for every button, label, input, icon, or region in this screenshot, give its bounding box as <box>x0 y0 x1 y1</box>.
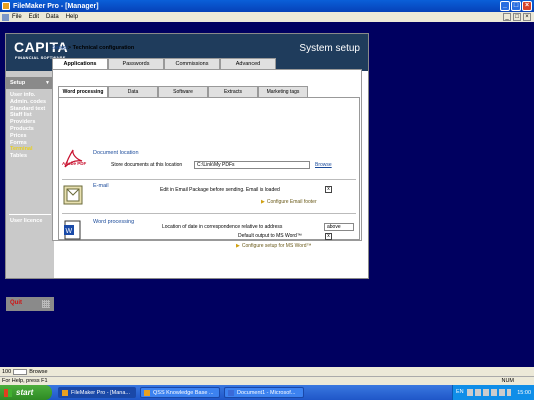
zoom-controls[interactable] <box>13 368 28 375</box>
configure-email-footer-link[interactable]: ▶ Configure Email footer <box>261 199 317 205</box>
quit-bar: Quit <box>6 297 54 311</box>
grid-icon[interactable] <box>42 300 50 308</box>
date-location-field[interactable]: above <box>324 223 354 231</box>
doc-minimize-button[interactable]: _ <box>503 13 511 21</box>
breadcrumb-current: Technical configuration <box>72 45 135 51</box>
email-section: E-mail Edit in Email Package before send… <box>62 181 356 214</box>
taskbar-item-word[interactable]: Document1 - Microsof... <box>224 387 304 398</box>
tab-advanced[interactable]: Advanced <box>220 58 276 69</box>
doc-restore-button[interactable]: □ <box>513 13 521 21</box>
maximize-button[interactable]: □ <box>511 1 521 11</box>
filemaker-app-icon <box>2 2 10 10</box>
default-output-label: Default output to MS Word™ <box>238 233 302 239</box>
document-menu-icon[interactable] <box>2 13 9 21</box>
default-output-checkbox[interactable]: x <box>325 233 332 240</box>
menu-data[interactable]: Data <box>46 14 59 20</box>
taskbar: start FileMaker Pro - [Mana... QSS Knowl… <box>0 385 534 400</box>
window-title: FileMaker Pro - [Manager] <box>13 2 99 10</box>
sidebar: Setup ▼ User info. Admin. codes Standard… <box>6 71 54 311</box>
tab-software[interactable]: Software <box>158 86 208 97</box>
horizontal-scrollbar[interactable] <box>110 367 534 376</box>
svg-text:W: W <box>66 228 73 235</box>
email-icon <box>63 185 83 205</box>
doc-close-button[interactable]: × <box>523 13 531 21</box>
close-button[interactable]: × <box>522 1 532 11</box>
clock: 15:00 <box>517 389 531 396</box>
chevron-down-icon: ▼ <box>45 80 50 86</box>
system-tray: EN 15:00 <box>452 385 534 400</box>
filemaker-icon <box>62 389 68 396</box>
sidebar-item-forms[interactable]: Forms <box>10 140 46 147</box>
word-processing-title: Word processing <box>93 219 135 225</box>
configure-ms-word-link[interactable]: ▶ Configure setup for MS Word™ <box>236 243 312 249</box>
email-title: E-mail <box>93 183 109 189</box>
tray-icons[interactable] <box>467 389 511 396</box>
sidebar-item-staff-list[interactable]: Staff list <box>10 112 46 119</box>
menu-help[interactable]: Help <box>66 14 78 20</box>
taskbar-item-qss[interactable]: QSS Knowledge Base ... <box>140 387 220 398</box>
breadcrumb-setup[interactable]: Setup <box>52 45 66 51</box>
email-loaded-checkbox[interactable]: x <box>325 186 332 193</box>
menu-edit[interactable]: Edit <box>29 14 39 20</box>
browser-icon <box>144 389 150 396</box>
zoom-bar: 100 Browse <box>0 367 110 376</box>
document-location-section: Adobe PDF Document location Store docume… <box>62 146 356 180</box>
menu-file[interactable]: File <box>12 14 22 20</box>
language-indicator[interactable]: EN <box>456 389 464 395</box>
sidebar-item-user-info[interactable]: User info. <box>10 92 46 99</box>
sidebar-setup-header[interactable]: Setup ▼ <box>6 77 54 89</box>
quit-button[interactable]: Quit <box>10 300 22 306</box>
sidebar-item-providers[interactable]: Providers <box>10 119 46 126</box>
tab-commissions[interactable]: Commissions <box>164 58 220 69</box>
sidebar-item-admin-codes[interactable]: Admin. codes <box>10 99 46 106</box>
sidebar-item-products[interactable]: Products <box>10 126 46 133</box>
sidebar-item-prices[interactable]: Prices <box>10 133 46 140</box>
breadcrumb: Setup > Technical configuration <box>52 45 135 51</box>
adobe-pdf-icon <box>64 149 83 168</box>
browse-link[interactable]: Browse <box>315 162 332 168</box>
zoom-level[interactable]: 100 <box>2 369 11 375</box>
document-location-title: Document location <box>93 150 139 156</box>
sidebar-item-tables[interactable]: Tables <box>10 153 46 160</box>
page-title: System setup <box>299 43 360 54</box>
sidebar-item-user-licence[interactable]: User licence <box>10 218 42 224</box>
tab-data[interactable]: Data <box>108 86 158 97</box>
document-location-label: Store documents at this location <box>111 162 183 168</box>
play-triangle-icon: ▶ <box>261 199 265 205</box>
date-location-label: Location of date in correspondence relat… <box>162 224 283 230</box>
tab-marketing-tags[interactable]: Marketing tags <box>258 86 308 97</box>
windows-flag-icon <box>4 388 12 397</box>
mode-selector[interactable]: Browse <box>29 369 47 375</box>
start-button[interactable]: start <box>0 385 52 400</box>
window-titlebar: FileMaker Pro - [Manager] _ □ × <box>0 0 534 12</box>
adobe-pdf-caption: Adobe PDF <box>62 161 87 166</box>
tab-extracts[interactable]: Extracts <box>208 86 258 97</box>
word-document-icon <box>228 389 234 396</box>
sidebar-item-terminal[interactable]: Terminal <box>10 146 46 153</box>
ms-word-icon: W <box>64 220 81 240</box>
word-processing-section: W Word processing Location of date in co… <box>62 215 356 255</box>
minimize-button[interactable]: _ <box>500 1 510 11</box>
sidebar-item-standard-text[interactable]: Standard text <box>10 106 46 113</box>
status-bar: For Help, press F1 NUM <box>0 376 534 385</box>
email-label: Edit in Email Package before sending. Em… <box>160 187 280 193</box>
play-triangle-icon: ▶ <box>236 243 240 249</box>
taskbar-item-filemaker[interactable]: FileMaker Pro - [Mana... <box>58 387 136 398</box>
document-location-input[interactable]: C:\Link\My PDFs <box>194 161 310 169</box>
sidebar-divider <box>9 214 51 215</box>
tab-passwords[interactable]: Passwords <box>108 58 164 69</box>
status-text: For Help, press F1 <box>2 378 48 384</box>
menu-bar: File Edit Data Help _ □ × <box>0 12 534 22</box>
